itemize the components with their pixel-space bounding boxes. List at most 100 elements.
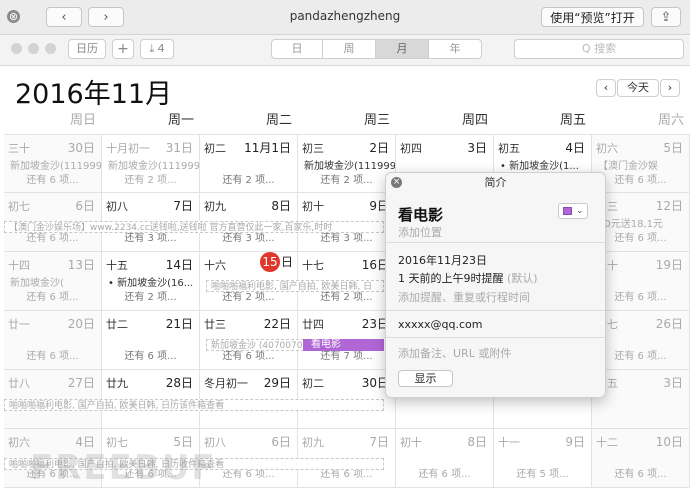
day-cell[interactable]: 十三 12日 10元送18,1元 还有 6 项... [592,193,690,252]
day-cell[interactable]: 初十 8日 还有 6 项... [396,429,494,488]
event-date[interactable]: 2016年11月23日 [398,252,487,268]
day-number: 28日 [165,376,193,390]
lunar-date: 初十 [302,200,324,213]
event-item[interactable]: 新加坡金沙(11199904.com),送58元 [304,157,395,172]
traffic-light-close[interactable] [11,43,22,54]
traffic-light-minimize[interactable] [28,43,39,54]
next-month-button[interactable]: › [660,79,680,97]
day-cell[interactable]: 十月初一 31日新加坡金沙(11199904.com),送58元还有 2 项... [102,134,200,193]
day-cell[interactable]: 廿七 26日 还有 6 项... [592,311,690,370]
more-events-link[interactable]: 还有 6 项... [592,347,689,362]
lunar-date: 初三 [302,142,324,155]
event-movie[interactable]: 看电影 [303,339,384,351]
lunar-date: 初六 [596,142,618,155]
lunar-date: 廿二 [106,318,128,331]
day-cell[interactable]: 初五 3日 [592,370,690,429]
lunar-date: 初八 [106,200,128,213]
add-event-button[interactable]: + [112,39,134,59]
lunar-date: 初六 [8,436,30,449]
day-cell[interactable]: 廿二 21日 还有 6 项... [102,311,200,370]
lunar-date: 初二 [302,377,324,390]
day-cell[interactable]: 十四 13日 新加坡金沙(还有 6 项... [4,252,102,311]
lunar-date: 十二 [596,436,618,449]
more-events-link[interactable]: 还有 5 项... [494,465,591,480]
day-cell[interactable]: 初三 2日新加坡金沙(11199904.com),送58元还有 2 项... [298,134,396,193]
day-number: 7日 [369,435,389,449]
alert-text: 1 天前的上午9时提醒 [398,272,504,285]
tab-day[interactable]: 日 [271,39,323,59]
lunar-date: 廿九 [106,377,128,390]
event-item[interactable]: • 新加坡金沙(1... [500,157,579,172]
event-info-popover: 简介 × 看电影 ⌄ 添加位置 2016年11月23日 1 天前的上午9时提醒 … [385,172,606,398]
weekday-label: 周六 [657,113,684,128]
event-item[interactable]: • 新加坡金沙(16... [108,274,193,289]
more-events-link[interactable]: 还有 2 项... [298,171,395,186]
invitee-field[interactable]: xxxxx@qq.com [398,318,483,331]
more-events-link[interactable]: 还有 2 项... [102,288,199,303]
calendar-color-picker[interactable]: ⌄ [558,203,588,219]
day-cell[interactable]: 廿一 20日 还有 6 项... [4,311,102,370]
tab-week[interactable]: 周 [322,39,376,59]
event-item[interactable]: 新加坡金沙(11199904.c [10,157,101,172]
lunar-date: 初九 [302,436,324,449]
event-item[interactable]: 【澳门金沙娱 [598,157,658,172]
more-events-link[interactable]: 还有 6 项... [592,288,689,303]
lunar-date: 冬月初一 [204,377,248,390]
inbox-button[interactable]: ⤓ 4 [140,39,174,59]
day-cell[interactable]: 初六 5日 【澳门金沙娱 还有 6 项... [592,134,690,193]
day-number: 5日 [663,141,683,155]
lunar-date: 初九 [204,200,226,213]
add-location-field[interactable]: 添加位置 [398,224,442,240]
divider [386,310,605,311]
more-events-link[interactable]: 还有 6 项... [4,288,101,303]
show-button[interactable]: 显示 [398,370,453,387]
day-cell[interactable]: 十二 10日 还有 6 项... [592,429,690,488]
today-date: 15 日 [259,252,293,272]
prev-month-button[interactable]: ‹ [596,79,616,97]
share-icon[interactable]: ⇪ [651,7,681,27]
day-number: 3日 [663,376,683,390]
more-events-link[interactable]: 还有 6 项... [592,171,689,186]
more-events-link[interactable]: 还有 6 项... [4,171,101,186]
event-band-week5[interactable]: 啪啪啪福利电影, 国产自拍, 欧美日韩, 日历该件箱查看 [4,399,384,411]
divider [386,242,605,243]
event-item[interactable]: 10元送18,1元 [598,215,663,230]
event-band-week2[interactable]: 【澳门金沙娱乐场】www.2234.cc送钱啦,送钱啦 官方直营仅此一家,百家乐… [4,221,384,233]
watermark-logo: FREEBUF [30,448,217,488]
day-cell[interactable]: 二十 19日 还有 6 项... [592,252,690,311]
search-input[interactable]: Q 搜索 [514,39,684,59]
lunar-date: 廿四 [302,318,324,331]
more-events-link[interactable]: 还有 2 项... [102,171,199,186]
event-alert[interactable]: 1 天前的上午9时提醒 (默认) [398,270,538,286]
event-band-week3[interactable]: 啪啪啪福利电影, 国产自拍, 欧美日韩, 日 [206,280,384,292]
event-item[interactable]: 新加坡金沙( [10,274,64,289]
add-notes-field[interactable]: 添加备注、URL 或附件 [398,345,511,361]
popover-close-icon[interactable]: × [391,177,402,188]
calendar-color-swatch [563,207,572,215]
today-button[interactable]: 今天 [617,79,659,97]
more-events-link[interactable]: 还有 6 项... [592,229,689,244]
alert-default: (默认) [507,272,538,285]
open-with-preview-button[interactable]: 使用“预览”打开 [541,7,644,27]
day-cell[interactable]: 十一 9日 还有 5 项... [494,429,592,488]
tab-month[interactable]: 月 [375,39,429,59]
more-events-link[interactable]: 还有 2 项... [200,171,297,186]
event-item[interactable]: 新加坡金沙(11199904.com),送58元 [108,157,199,172]
divider [386,337,605,338]
lunar-date: 廿一 [8,318,30,331]
day-cell[interactable]: 十五 14日 • 新加坡金沙(16... 还有 2 项... [102,252,200,311]
day-cell[interactable]: 初二 11月1日 还有 2 项... [200,134,298,193]
more-events-link[interactable]: 还有 6 项... [4,347,101,362]
more-events-link[interactable]: 还有 6 项... [592,465,689,480]
tab-year[interactable]: 年 [428,39,482,59]
lunar-date: 十五 [106,259,128,272]
add-alert-field[interactable]: 添加提醒、重复或行程时间 [398,289,530,305]
day-cell[interactable]: 三十 30日新加坡金沙(11199904.c还有 6 项... [4,134,102,193]
event-title[interactable]: 看电影 [398,204,443,225]
day-number: 12日 [655,199,683,213]
traffic-light-zoom[interactable] [45,43,56,54]
more-events-link[interactable]: 还有 6 项... [102,347,199,362]
lunar-date: 十月初一 [106,142,150,155]
calendars-button[interactable]: 日历 [68,39,106,59]
more-events-link[interactable]: 还有 6 项... [396,465,493,480]
